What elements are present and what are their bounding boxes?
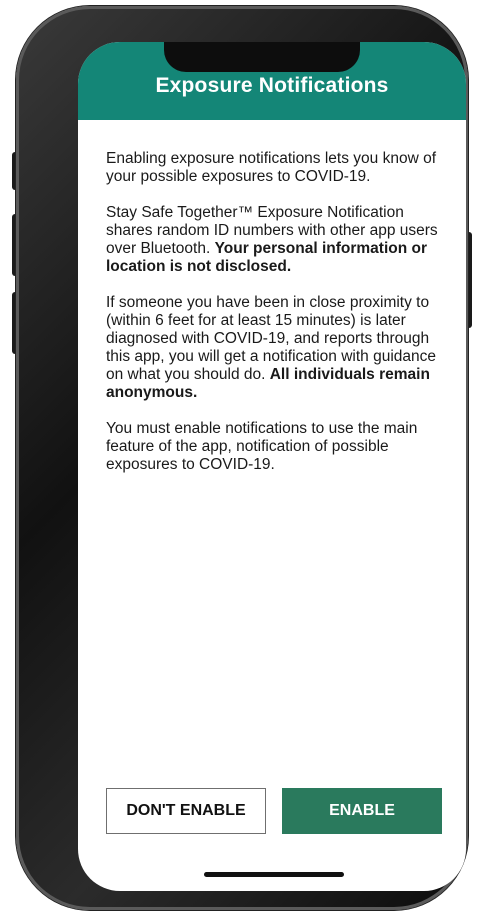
page-title: Exposure Notifications [155, 74, 389, 97]
exposure-info-content: Enabling exposure notifications lets you… [106, 150, 444, 492]
home-indicator[interactable] [204, 872, 344, 877]
phone-screen: Exposure Notifications Enabling exposure… [78, 42, 466, 891]
requirement-paragraph: You must enable notifications to use the… [106, 420, 418, 473]
dont-enable-button[interactable]: DON'T ENABLE [106, 788, 266, 834]
bluetooth-paragraph: Stay Safe Together™ Exposure Notificatio… [106, 204, 444, 276]
proximity-paragraph: If someone you have been in close proxim… [106, 294, 444, 402]
enable-button[interactable]: ENABLE [282, 788, 442, 834]
phone-frame: Exposure Notifications Enabling exposure… [16, 6, 468, 910]
screenshot-stage: Exposure Notifications Enabling exposure… [0, 0, 488, 916]
intro-paragraph: Enabling exposure notifications lets you… [106, 150, 437, 185]
phone-notch [164, 42, 360, 72]
